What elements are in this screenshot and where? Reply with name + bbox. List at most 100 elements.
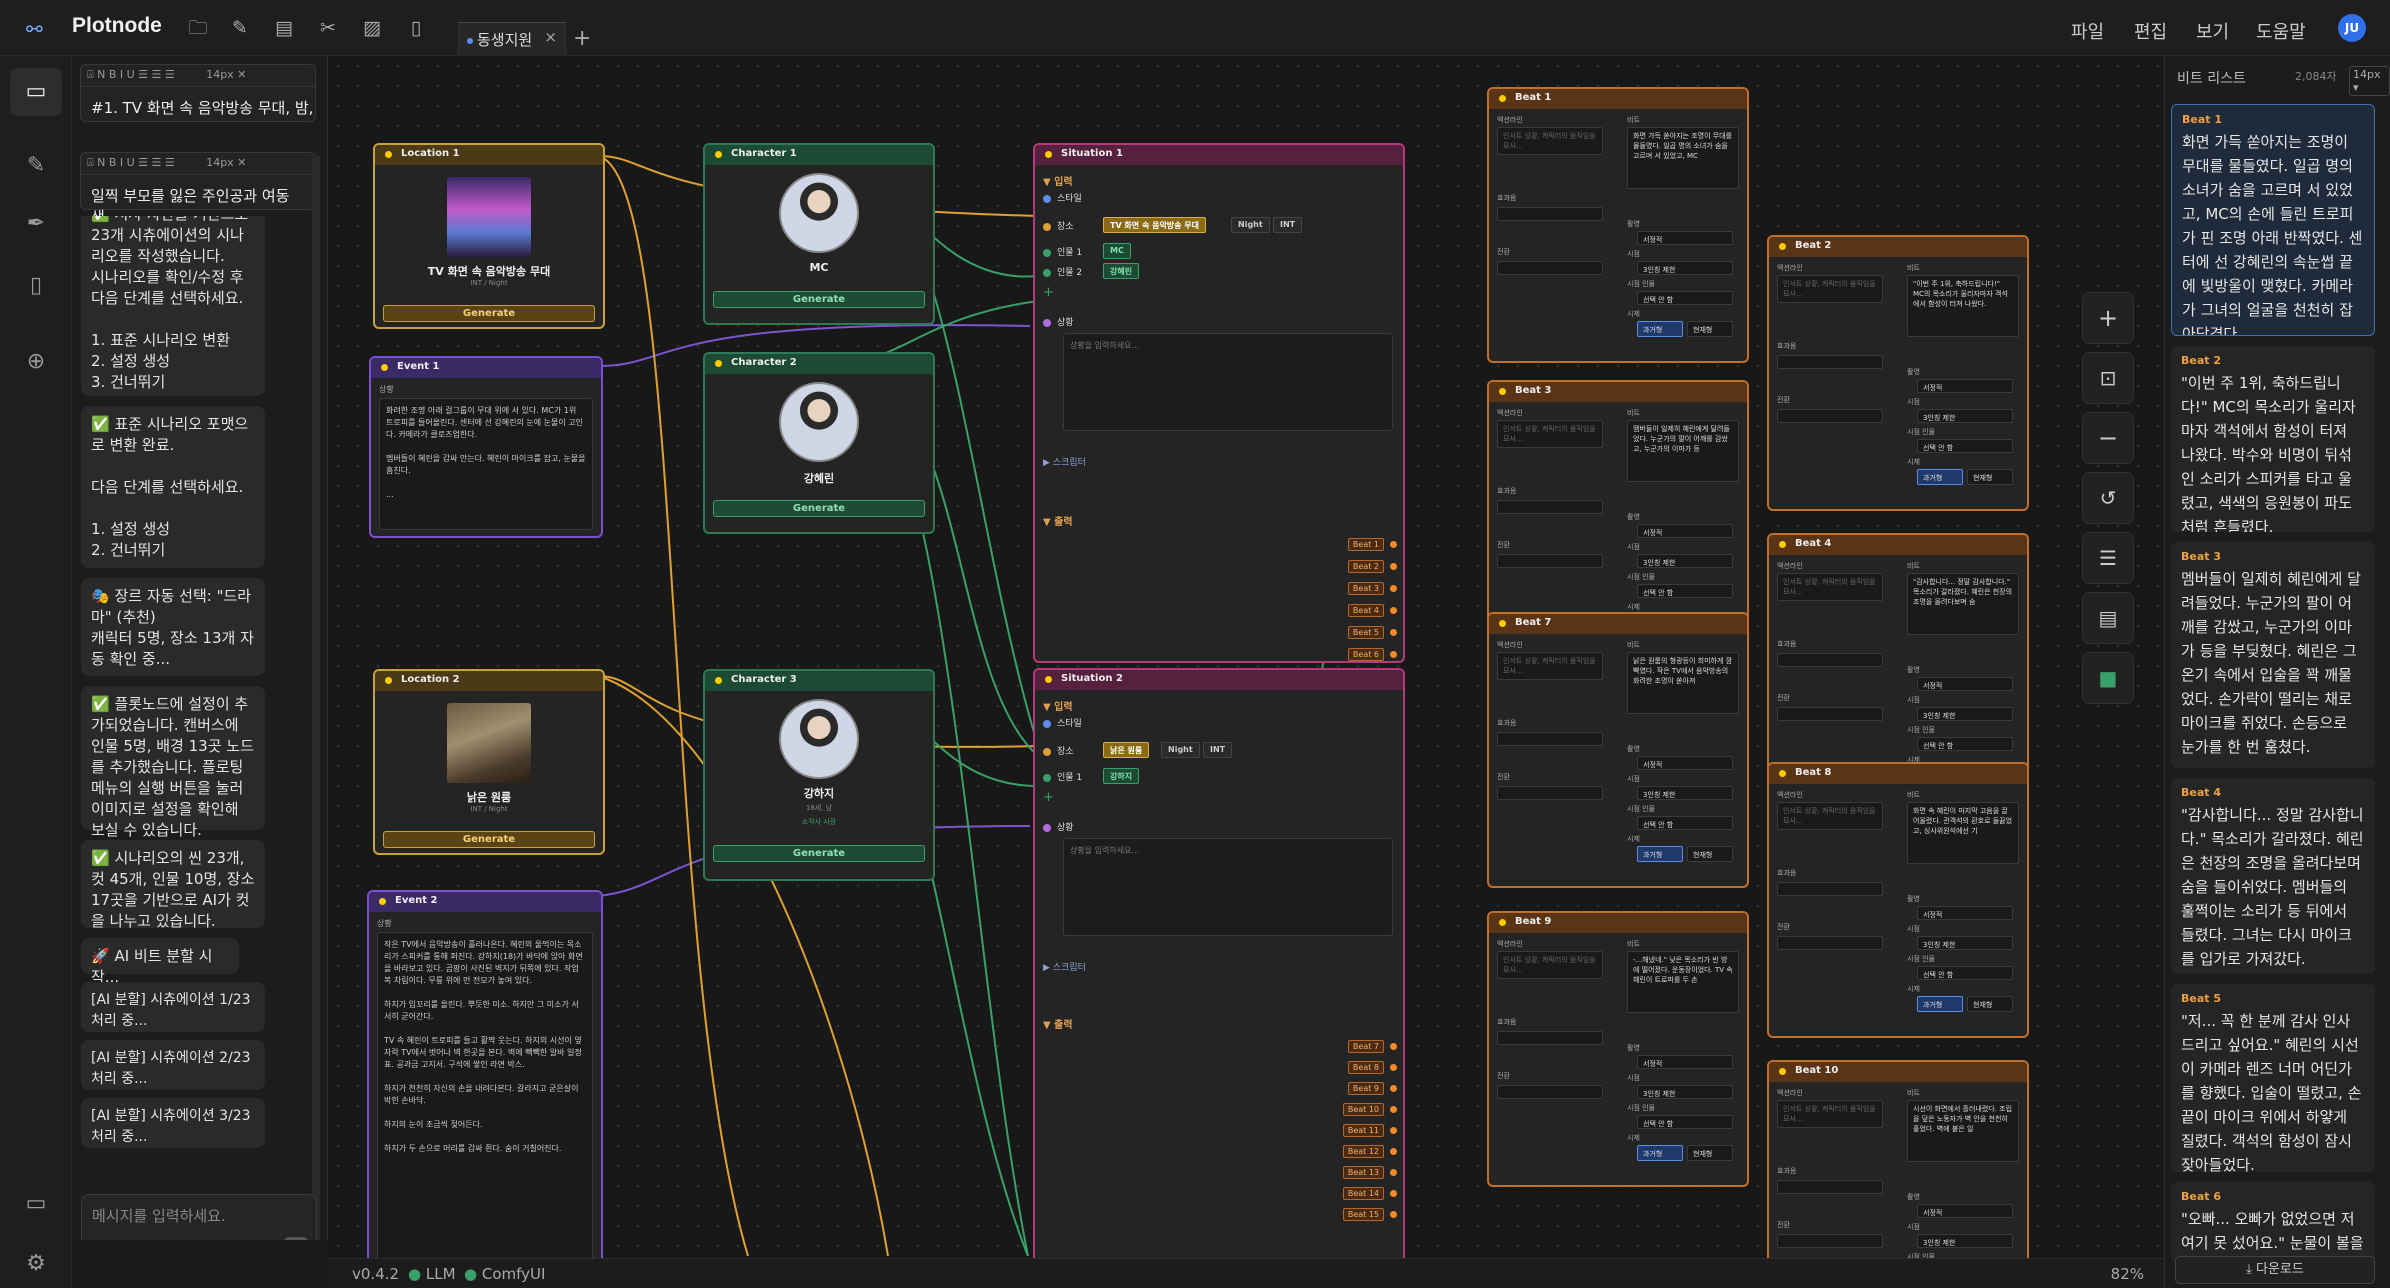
zoom-out-button[interactable]: − <box>2082 412 2134 464</box>
location-node[interactable]: Location 2 낡은 원룸 INT / Night Generate <box>373 669 605 855</box>
beat-list-item[interactable]: Beat 5 "저... 꼭 한 분께 감사 인사 드리고 싶어요." 혜린의 시… <box>2171 984 2375 1172</box>
beat-text[interactable]: "이번 주 1위, 축하드립니다!" MC의 목소리가 울리자마자 객석에서 함… <box>1907 275 2019 337</box>
camera-select[interactable]: 서정적 <box>1917 906 2013 920</box>
node-header[interactable]: Beat 10 <box>1769 1062 2027 1082</box>
history-icon[interactable]: ↺ <box>2082 472 2134 524</box>
person-chip[interactable]: 강하지 <box>1103 768 1140 784</box>
node-header[interactable]: Event 2 <box>369 892 601 912</box>
close-icon[interactable]: × <box>544 28 557 46</box>
file-icon[interactable]: ▯ <box>22 272 50 300</box>
present-tense-button[interactable]: 현재형 <box>1687 321 1733 337</box>
view-select[interactable]: 3인칭 제한 <box>1637 786 1733 800</box>
present-tense-button[interactable]: 현재형 <box>1687 846 1733 862</box>
font-size-select[interactable]: 14px <box>206 156 234 169</box>
editor-text[interactable]: #1. TV 화면 속 음악방송 무대, 밤, 실내 <box>81 87 315 121</box>
beat-text[interactable]: "저... 꼭 한 분께 감사 인사 드리고 싶어요." 혜린의 시선이 카메라… <box>2181 1009 2365 1172</box>
camera-select[interactable]: 서정적 <box>1917 1204 2013 1218</box>
beat-node[interactable]: Beat 2 액션라인 인서트 상황, 캐릭터의 움직임을 묘사... 효과음 … <box>1767 235 2029 511</box>
settings-sliders-icon[interactable]: ☰ <box>2082 532 2134 584</box>
event-text[interactable]: 작은 TV에서 음악방송이 흘러나온다. 혜린의 울먹이는 목소리가 스피커를 … <box>377 932 593 1258</box>
folder-icon[interactable]: 🗀 <box>186 16 210 40</box>
camera-select[interactable]: 서정적 <box>1917 677 2013 691</box>
view-select[interactable]: 3인칭 제한 <box>1637 261 1733 275</box>
person-select[interactable]: 선택 안 함 <box>1637 291 1733 305</box>
view-select[interactable]: 3인칭 제한 <box>1917 707 2013 721</box>
person-select[interactable]: 선택 안 함 <box>1917 439 2013 453</box>
node-header[interactable]: Situation 1 <box>1035 145 1403 165</box>
menu-edit[interactable]: 편집 <box>2134 18 2167 44</box>
generate-button[interactable]: Generate <box>713 500 925 517</box>
beat-list-item[interactable]: Beat 4 "감사합니다... 정말 감사합니다." 목소리가 갈라졌다. 혜린… <box>2171 778 2375 974</box>
chat-icon[interactable]: ▭ <box>22 78 50 106</box>
generate-button[interactable]: Generate <box>713 291 925 308</box>
menu-file[interactable]: 파일 <box>2071 18 2104 44</box>
person-select[interactable]: 선택 안 함 <box>1637 584 1733 598</box>
beat-text[interactable]: 멤버들이 일제히 혜린에게 달려들었다. 누군가의 팔이 어깨를 감쌌고, 누군… <box>2181 567 2365 759</box>
clapper-icon[interactable]: ▤ <box>272 16 296 40</box>
font-size-select[interactable]: 14px ▾ <box>2349 66 2390 96</box>
character-node[interactable]: Character 2 강혜린 Generate <box>703 352 935 534</box>
transition-input[interactable] <box>1777 409 1883 423</box>
camera-select[interactable]: 서정적 <box>1637 524 1733 538</box>
chat-messages[interactable]: ✅ 서사 자산을 기반으로 23개 시츄에이션의 시나리오를 작성했습니다. 시… <box>72 216 327 1236</box>
tab-project[interactable]: 동생지원 × <box>458 22 566 56</box>
gear-icon[interactable]: ⚙ <box>22 1250 50 1278</box>
beat-text[interactable]: -...해냈네." 낮은 목소리가 빈 방에 떨어졌다. 운동장이었다. TV … <box>1627 951 1739 1013</box>
add-person-button[interactable]: + <box>1043 285 1054 300</box>
time-chip[interactable]: Night <box>1161 742 1200 758</box>
camera-select[interactable]: 서정적 <box>1637 231 1733 245</box>
menu-help[interactable]: 도움말 <box>2256 18 2306 44</box>
beat-text[interactable]: 화면 가득 쏟아지는 조명이 무대를 물들였다. 일곱 명의 소녀가 숨을 고르… <box>2182 130 2364 335</box>
avatar[interactable]: JU <box>2338 14 2366 42</box>
transition-input[interactable] <box>1497 261 1603 275</box>
camera-select[interactable]: 서정적 <box>1637 1055 1733 1069</box>
node-header[interactable]: Beat 4 <box>1769 535 2027 555</box>
action-input[interactable]: 인서트 상황, 캐릭터의 움직임을 묘사... <box>1497 951 1603 979</box>
beat-text[interactable]: 시선이 화면에서 흘러내렸다. 조립을 덮은 노동자가 벽 안을 천천히 훑었다… <box>1907 1100 2019 1162</box>
run-button[interactable]: ■ <box>2082 652 2134 704</box>
place-chip[interactable]: TV 화면 속 음악방송 무대 <box>1103 217 1207 233</box>
int-chip[interactable]: INT <box>1273 217 1303 233</box>
person-chip[interactable]: MC <box>1103 243 1131 259</box>
beat-node[interactable]: Beat 8 액션라인 인서트 상황, 캐릭터의 움직임을 묘사... 효과음 … <box>1767 762 2029 1038</box>
add-person-button[interactable]: + <box>1043 790 1054 805</box>
action-input[interactable]: 인서트 상황, 캐릭터의 움직임을 묘사... <box>1777 802 1883 830</box>
document-icon[interactable]: ▤ <box>2082 592 2134 644</box>
situation-input[interactable]: 상황을 입력하세요... <box>1063 333 1393 431</box>
node-header[interactable]: Character 1 <box>705 145 933 165</box>
present-tense-button[interactable]: 현재형 <box>1687 1145 1733 1161</box>
character-node[interactable]: Character 1 MC Generate <box>703 143 935 325</box>
camera-select[interactable]: 서정적 <box>1637 756 1733 770</box>
beat-list-item[interactable]: Beat 3 멤버들이 일제히 혜린에게 달려들었다. 누군가의 팔이 어깨를 감… <box>2171 542 2375 768</box>
beat-node[interactable]: Beat 10 액션라인 인서트 상황, 캐릭터의 움직임을 묘사... 효과음… <box>1767 1060 2029 1258</box>
scissors-icon[interactable]: ✂ <box>316 16 340 40</box>
person-select[interactable]: 선택 안 함 <box>1637 1115 1733 1129</box>
beat-node[interactable]: Beat 9 액션라인 인서트 상황, 캐릭터의 움직임을 묘사... 효과음 … <box>1487 911 1749 1187</box>
effect-input[interactable] <box>1777 355 1883 369</box>
node-canvas[interactable]: Location 1 TV 화면 속 음악방송 무대 INT / Night G… <box>328 56 2164 1258</box>
chat-scrollbar[interactable] <box>312 156 320 1240</box>
beat-text[interactable]: "감사합니다... 정말 감사합니다." 목소리가 갈라졌다. 혜린은 천장의 … <box>1907 573 2019 635</box>
transition-input[interactable] <box>1497 786 1603 800</box>
person-chip[interactable]: 강혜린 <box>1103 263 1140 279</box>
editor-toolbar[interactable]: ⍓ N B I U ☰ ☰ ☰ 14px ✕ <box>81 65 315 87</box>
past-tense-button[interactable]: 과거형 <box>1637 321 1683 337</box>
situation-node[interactable]: Situation 1 ▼ 입력 스타일 장소 TV 화면 속 음악방송 무대 … <box>1033 143 1405 663</box>
beat-node[interactable]: Beat 7 액션라인 인서트 상황, 캐릭터의 움직임을 묘사... 효과음 … <box>1487 612 1749 888</box>
rich-editor-2[interactable]: ⍓ N B I U ☰ ☰ ☰ 14px ✕ 일찍 부모를 잃은 주인공과 여동… <box>80 152 316 226</box>
situation-node[interactable]: Situation 2 ▼ 입력 스타일 장소 낡은 원룸 Night INT … <box>1033 668 1405 1258</box>
beat-text[interactable]: 화면 속 혜린이 마지막 고음을 끌어올렸다. 관객석의 환호로 들끓었고, 싱… <box>1907 802 2019 864</box>
place-chip[interactable]: 낡은 원룸 <box>1103 742 1150 758</box>
person-select[interactable]: 선택 안 함 <box>1917 737 2013 751</box>
past-tense-button[interactable]: 과거형 <box>1637 1145 1683 1161</box>
beat-text[interactable]: "감사합니다... 정말 감사합니다." 목소리가 갈라졌다. 혜린은 천장의 … <box>2181 803 2365 971</box>
present-tense-button[interactable]: 현재형 <box>1967 469 2013 485</box>
node-header[interactable]: Beat 9 <box>1489 913 1747 933</box>
node-header[interactable]: Event 1 <box>371 358 601 378</box>
action-input[interactable]: 인서트 상황, 캐릭터의 움직임을 묘사... <box>1777 275 1883 303</box>
generate-button[interactable]: Generate <box>383 305 595 322</box>
location-node[interactable]: Location 1 TV 화면 속 음악방송 무대 INT / Night G… <box>373 143 605 329</box>
camera-select[interactable]: 서정적 <box>1917 379 2013 393</box>
transition-input[interactable] <box>1777 1234 1883 1248</box>
view-select[interactable]: 3인칭 제한 <box>1917 1234 2013 1248</box>
